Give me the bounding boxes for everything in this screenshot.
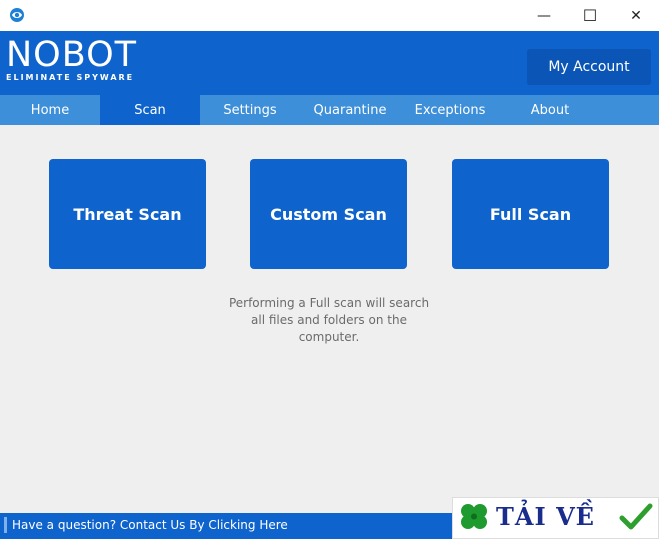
threat-scan-button[interactable]: Threat Scan: [49, 159, 206, 269]
watermark-text: TẢI VỀ: [496, 502, 595, 531]
my-account-button[interactable]: My Account: [527, 49, 651, 85]
tab-quarantine[interactable]: Quarantine: [300, 95, 400, 125]
tab-about[interactable]: About: [500, 95, 600, 125]
tab-exceptions[interactable]: Exceptions: [400, 95, 500, 125]
maximize-button[interactable]: ☐: [567, 0, 613, 31]
tab-settings[interactable]: Settings: [200, 95, 300, 125]
clover-icon: [461, 504, 487, 529]
contact-us-link[interactable]: Have a question? Contact Us By Clicking …: [12, 518, 288, 532]
full-scan-button[interactable]: Full Scan: [452, 159, 609, 269]
custom-scan-button[interactable]: Custom Scan: [250, 159, 407, 269]
main-nav: Home Scan Settings Quarantine Exceptions…: [0, 95, 659, 125]
logo-tagline: ELIMINATE SPYWARE: [6, 73, 135, 82]
app-logo-icon: [10, 8, 24, 22]
checkmark-icon: [619, 503, 653, 530]
logo-name: NOBOT: [6, 35, 138, 75]
minimize-button[interactable]: —: [521, 0, 567, 31]
tab-home[interactable]: Home: [0, 95, 100, 125]
scan-description: Performing a Full scan will search all f…: [228, 296, 430, 344]
tab-scan[interactable]: Scan: [100, 95, 200, 125]
close-button[interactable]: ✕: [613, 0, 659, 31]
status-grip: [4, 517, 7, 533]
